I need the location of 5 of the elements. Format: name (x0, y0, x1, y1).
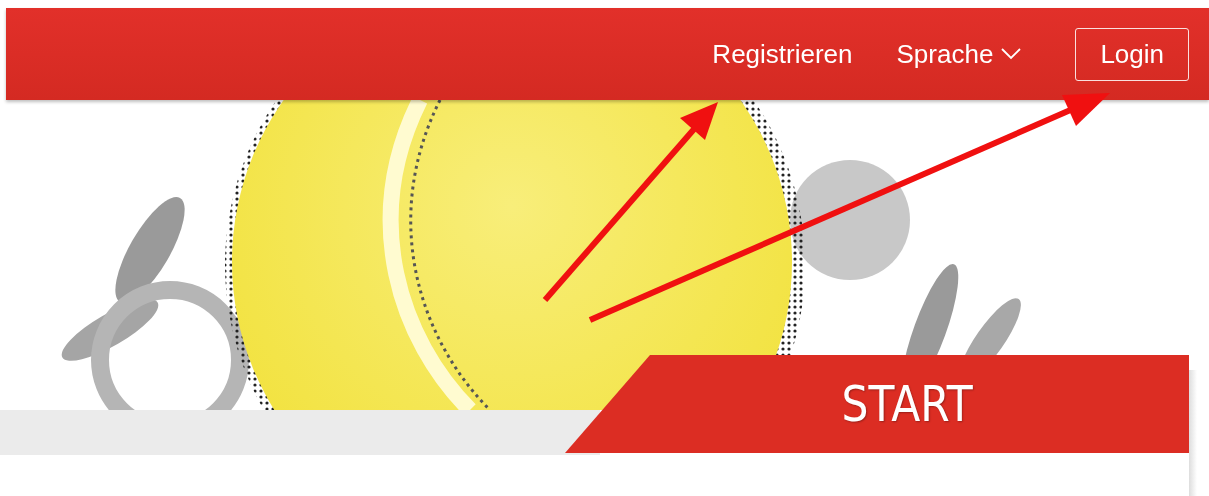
page-title: START (841, 375, 973, 433)
chevron-down-icon (1001, 48, 1022, 60)
register-link[interactable]: Registrieren (712, 38, 853, 70)
language-dropdown[interactable]: Sprache (896, 38, 1022, 70)
login-button[interactable]: Login (1075, 27, 1189, 81)
